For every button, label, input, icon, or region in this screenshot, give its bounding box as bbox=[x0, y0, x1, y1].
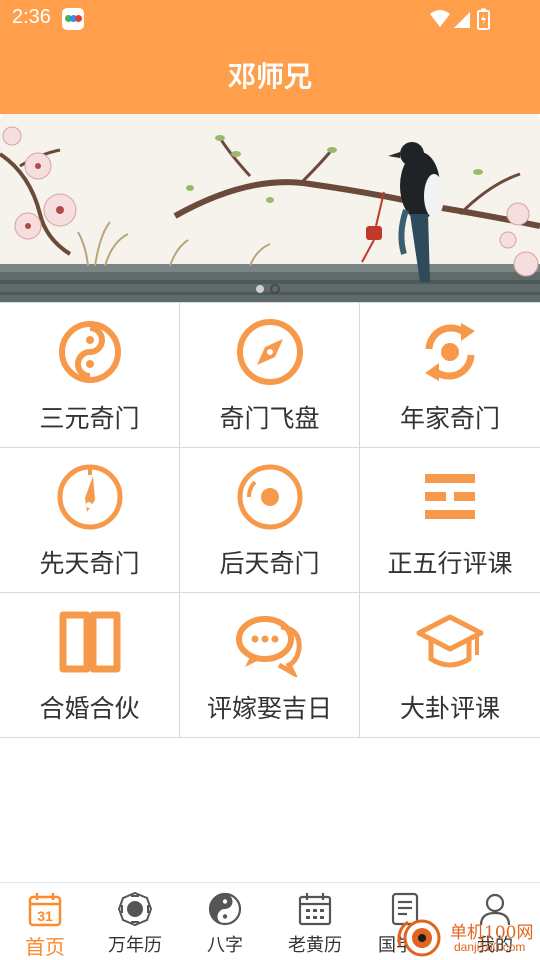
feature-grid: 三元奇门 奇门飞盘 年家奇门 先天奇门 后天奇门 正五行评课 合婚合伙 评嫁娶吉… bbox=[0, 302, 540, 738]
nav-label: 首页 bbox=[25, 935, 65, 959]
wifi-icon bbox=[430, 10, 450, 27]
refresh-cycle-icon bbox=[425, 323, 475, 381]
grid-row: 先天奇门 后天奇门 正五行评课 bbox=[0, 448, 540, 593]
nav-item-bazi[interactable]: 八字 bbox=[180, 883, 270, 960]
nav-label: 老黄历 bbox=[288, 935, 342, 956]
app-notification-icon bbox=[62, 8, 84, 30]
signal-icon bbox=[454, 12, 470, 28]
grid-item-zhengwuxing-pingke[interactable]: 正五行评课 bbox=[360, 448, 540, 592]
grid-row: 合婚合伙 评嫁娶吉日 大卦评课 bbox=[0, 593, 540, 738]
grid-item-pingjiaqu-jiri[interactable]: 评嫁娶吉日 bbox=[180, 593, 360, 737]
grid-item-hehun-hehuo[interactable]: 合婚合伙 bbox=[0, 593, 180, 737]
status-time: 2:36 bbox=[12, 6, 51, 28]
nav-label: 万年历 bbox=[108, 935, 162, 956]
watermark: 单机100网 danji100.com bbox=[392, 916, 540, 960]
calendar-31-icon: 31 bbox=[28, 893, 62, 927]
carousel-dot[interactable] bbox=[256, 285, 264, 293]
almanac-calendar-icon bbox=[298, 893, 332, 926]
chat-bubbles-icon bbox=[235, 616, 302, 677]
grid-item-houtian-qimen[interactable]: 后天奇门 bbox=[180, 448, 360, 592]
status-icons bbox=[430, 8, 490, 30]
calendar-day: 31 bbox=[37, 908, 53, 924]
app-header: 邓师兄 bbox=[0, 36, 540, 114]
taiji-icon bbox=[208, 892, 242, 926]
nav-item-perpetual-calendar[interactable]: 万年历 bbox=[90, 883, 180, 960]
grid-item-label: 正五行评课 bbox=[387, 549, 513, 578]
watermark-logo bbox=[397, 919, 441, 957]
grid-item-xiantian-qimen[interactable]: 先天奇门 bbox=[0, 448, 180, 592]
grid-item-label: 先天奇门 bbox=[39, 549, 140, 578]
nav-item-almanac[interactable]: 老黄历 bbox=[270, 883, 360, 960]
carousel-indicator bbox=[256, 284, 280, 294]
carousel-dot-active[interactable] bbox=[270, 284, 280, 294]
status-bar: 2:36 bbox=[0, 0, 540, 36]
grid-row: 三元奇门 奇门飞盘 年家奇门 bbox=[0, 303, 540, 448]
grid-item-qimen-feipan[interactable]: 奇门飞盘 bbox=[180, 303, 360, 447]
banner-image bbox=[0, 114, 540, 302]
bagua-icon bbox=[117, 891, 153, 927]
yin-yang-icon bbox=[58, 321, 121, 383]
grid-item-label: 合婚合伙 bbox=[39, 694, 140, 723]
grid-item-label: 三元奇门 bbox=[39, 404, 140, 433]
nav-label: 八字 bbox=[207, 935, 243, 956]
compass-icon bbox=[236, 319, 303, 385]
page-title: 邓师兄 bbox=[227, 60, 312, 93]
nav-item-home[interactable]: 31 首页 bbox=[0, 883, 90, 960]
open-book-icon bbox=[59, 611, 120, 673]
grid-item-label: 评嫁娶吉日 bbox=[206, 694, 332, 723]
disc-icon bbox=[237, 464, 302, 530]
grid-item-label: 后天奇门 bbox=[219, 549, 320, 578]
grid-item-label: 奇门飞盘 bbox=[219, 404, 320, 433]
banner-carousel[interactable] bbox=[0, 114, 540, 302]
watermark-url: danji100.com bbox=[454, 940, 526, 954]
graduation-cap-icon bbox=[416, 614, 484, 668]
trigram-icon bbox=[425, 474, 475, 519]
grid-item-dagua-pingke[interactable]: 大卦评课 bbox=[360, 593, 540, 737]
grid-item-label: 年家奇门 bbox=[399, 404, 500, 433]
grid-item-sanyuan-qimen[interactable]: 三元奇门 bbox=[0, 303, 180, 447]
grid-item-nianjia-qimen[interactable]: 年家奇门 bbox=[360, 303, 540, 447]
gauge-icon bbox=[57, 464, 122, 530]
grid-item-label: 大卦评课 bbox=[399, 694, 500, 723]
